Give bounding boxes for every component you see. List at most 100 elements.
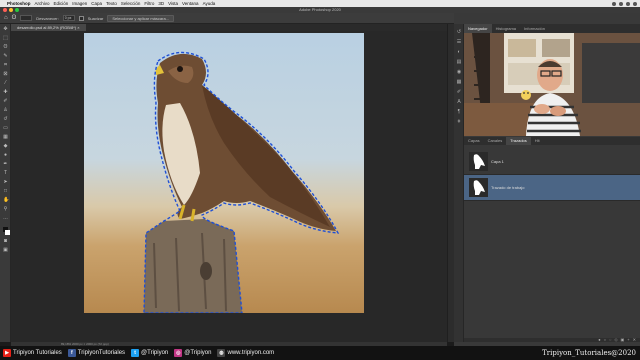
- color-panel-icon[interactable]: ◉: [456, 70, 462, 75]
- selection-mode-box[interactable]: [20, 15, 33, 21]
- zoom-window-button[interactable]: [15, 8, 19, 12]
- menu-vista[interactable]: Vista: [168, 1, 178, 6]
- tab-informacion[interactable]: Información: [520, 24, 549, 33]
- youtube-item[interactable]: ▶ Tripiyon Tutoriales: [3, 349, 62, 357]
- signature: Tripiyon_Tutoriales@2020: [542, 349, 636, 357]
- twitter-icon: t: [131, 349, 140, 357]
- menu-capa[interactable]: Capa: [91, 1, 102, 6]
- menu-3d[interactable]: 3D: [158, 1, 164, 6]
- path-row[interactable]: Capa 1: [464, 149, 640, 175]
- menu-archivo[interactable]: Archivo: [35, 1, 50, 6]
- background-color-swatch[interactable]: [5, 230, 10, 235]
- path-row-selected[interactable]: Trazado de trabajo: [464, 175, 640, 201]
- marquee-tool-icon[interactable]: ⬚: [3, 36, 8, 41]
- blur-tool-icon[interactable]: ◆: [3, 144, 8, 149]
- vertical-scrollbar[interactable]: [447, 24, 454, 342]
- delete-path-icon[interactable]: ✕: [633, 338, 636, 342]
- menu-ventana[interactable]: Ventana: [182, 1, 199, 6]
- instagram-item[interactable]: ◎ @Tripiyon: [174, 349, 211, 357]
- status-icon[interactable]: [619, 1, 623, 6]
- lasso-tool-icon[interactable]: ʘ: [12, 15, 17, 21]
- properties-panel-icon[interactable]: ☰: [456, 40, 462, 45]
- collapsed-panel-strip: ↺ ☰ ◐ ▤ ◉ ▦ ✐ A ¶ ǂ: [454, 24, 464, 342]
- tab-canales[interactable]: Canales: [484, 137, 507, 145]
- tab-histograma[interactable]: Histograma: [492, 24, 520, 33]
- home-icon[interactable]: ⌂: [4, 15, 8, 21]
- status-icon[interactable]: [633, 1, 637, 6]
- app-menu[interactable]: Photoshop: [7, 1, 31, 6]
- adjustments-panel-icon[interactable]: ◐: [456, 50, 462, 55]
- twitter-item[interactable]: t @Tripiyon: [131, 349, 168, 357]
- status-icon[interactable]: [626, 1, 630, 6]
- close-window-button[interactable]: [3, 8, 7, 12]
- instagram-label: @Tripiyon: [184, 350, 212, 356]
- healing-brush-icon[interactable]: ✚: [3, 90, 8, 95]
- tab-navegador[interactable]: Navegador: [464, 24, 492, 33]
- glyphs-panel-icon[interactable]: ǂ: [456, 120, 462, 125]
- add-mask-icon[interactable]: ▣: [621, 338, 625, 342]
- move-tool-icon[interactable]: ✥: [3, 27, 8, 32]
- history-brush-icon[interactable]: ↺: [3, 117, 8, 122]
- hand-tool-icon[interactable]: ✋: [3, 198, 9, 203]
- rectangle-tool-icon[interactable]: □: [3, 189, 8, 194]
- menu-filtro[interactable]: Filtro: [144, 1, 154, 6]
- suavizar-checkbox[interactable]: [78, 15, 84, 21]
- quick-select-tool-icon[interactable]: ✎: [3, 54, 8, 59]
- webcam-overlay: [464, 33, 640, 136]
- type-tool-icon[interactable]: T: [3, 171, 8, 176]
- paragraph-panel-icon[interactable]: ¶: [456, 110, 462, 115]
- menu-texto[interactable]: Texto: [106, 1, 117, 6]
- crop-tool-icon[interactable]: ⌗: [3, 63, 8, 68]
- frame-tool-icon[interactable]: ⊠: [3, 72, 8, 77]
- zoom-tool-icon[interactable]: ⚲: [3, 207, 8, 212]
- tools-panel: ✥ ⬚ ʘ ✎ ⌗ ⊠ ⁄ ✚ ✐ ♙ ↺ ▭ ▦ ◆ ● ✒ T ➤ □ ✋ …: [0, 24, 11, 342]
- dodge-tool-icon[interactable]: ●: [3, 153, 8, 158]
- pen-tool-icon[interactable]: ✒: [3, 162, 8, 167]
- path-selection-icon[interactable]: ➤: [3, 180, 8, 185]
- libraries-panel-icon[interactable]: ▤: [456, 60, 462, 65]
- path-thumbnail: [469, 178, 488, 197]
- screen-mode-icon[interactable]: ▣: [3, 248, 8, 253]
- tab-trazados[interactable]: Trazados: [506, 137, 531, 145]
- history-panel-icon[interactable]: ↺: [456, 30, 462, 35]
- menu-edicion[interactable]: Edición: [54, 1, 69, 6]
- character-panel-icon[interactable]: A: [456, 100, 462, 105]
- screen: Photoshop Archivo Edición Imagen Capa Te…: [0, 0, 640, 360]
- make-path-icon[interactable]: ◇: [614, 338, 617, 342]
- brush-tool-icon[interactable]: ✐: [3, 99, 8, 104]
- eraser-tool-icon[interactable]: ▭: [3, 126, 8, 131]
- web-label: www.tripiyon.com: [227, 350, 275, 356]
- document-tab[interactable]: desarrollo.psd al 89,2% (RGB/8*) ×: [11, 24, 86, 31]
- youtube-icon: ▶: [3, 349, 11, 357]
- globe-icon: ◍: [217, 349, 226, 357]
- menu-imagen[interactable]: Imagen: [72, 1, 87, 6]
- web-item[interactable]: ◍ www.tripiyon.com: [217, 349, 274, 357]
- quick-mask-icon[interactable]: ◙: [3, 239, 8, 244]
- minimize-window-button[interactable]: [9, 8, 13, 12]
- desvanecer-input[interactable]: 0 px: [62, 15, 75, 21]
- clone-stamp-icon[interactable]: ♙: [3, 108, 8, 113]
- new-path-icon[interactable]: +: [627, 338, 629, 342]
- tab-hit[interactable]: Hit: [531, 137, 544, 145]
- swatches-panel-icon[interactable]: ▦: [456, 80, 462, 85]
- tab-capas[interactable]: Capas: [464, 137, 484, 145]
- gradient-tool-icon[interactable]: ▦: [3, 135, 8, 140]
- menu-ayuda[interactable]: Ayuda: [203, 1, 216, 6]
- eyedropper-tool-icon[interactable]: ⁄: [3, 81, 8, 86]
- paths-panel: Capa 1 Trazado de trabajo: [464, 145, 640, 342]
- instagram-icon: ◎: [174, 349, 183, 357]
- menu-seleccion[interactable]: Selección: [121, 1, 141, 6]
- fill-path-icon[interactable]: ●: [598, 338, 600, 342]
- more-tools-icon[interactable]: …: [3, 216, 8, 221]
- status-icon[interactable]: [612, 1, 616, 6]
- brush-panel-icon[interactable]: ✐: [456, 90, 462, 95]
- stroke-path-icon[interactable]: ○: [604, 338, 606, 342]
- lasso-tool-icon[interactable]: ʘ: [3, 45, 8, 50]
- load-selection-icon[interactable]: ◌: [609, 338, 611, 342]
- window-title: Adobe Photoshop 2020: [299, 7, 341, 12]
- document-canvas[interactable]: [84, 33, 364, 313]
- facebook-item[interactable]: f TripiyonTutoriales: [67, 349, 125, 357]
- select-and-mask-button[interactable]: Seleccionar y aplicar máscara...: [107, 14, 175, 22]
- mac-menubar: Photoshop Archivo Edición Imagen Capa Te…: [0, 0, 640, 7]
- suavizar-label: Suavizar: [87, 15, 104, 21]
